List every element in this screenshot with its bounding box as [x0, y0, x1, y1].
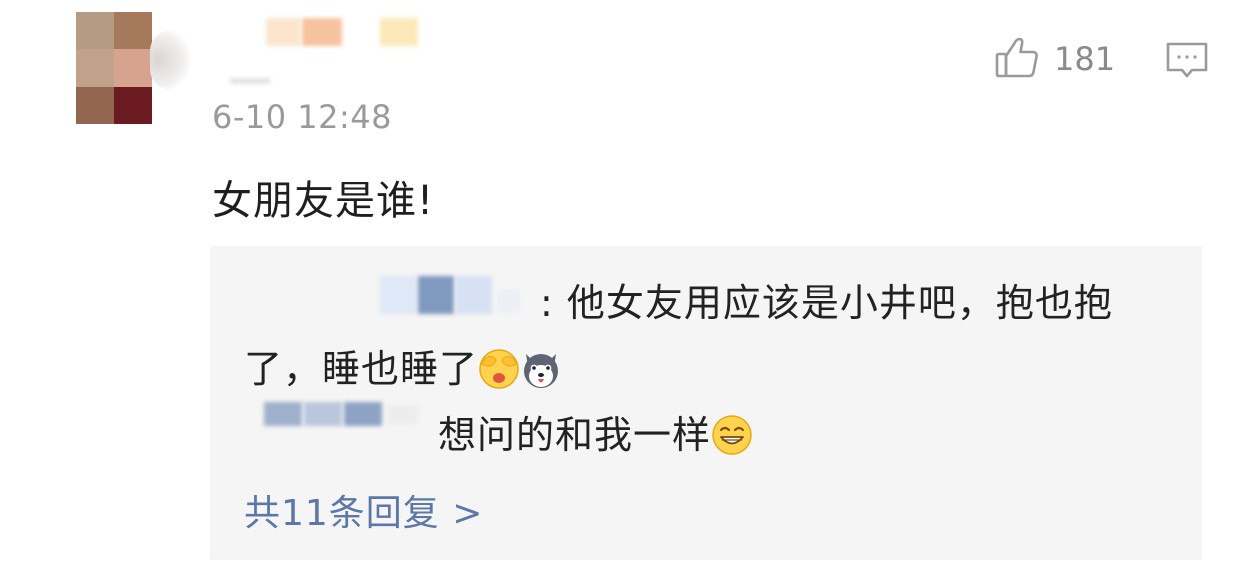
thumbs-up-icon	[994, 34, 1040, 84]
avatar-edge	[150, 30, 192, 90]
more-replies-link[interactable]: 共11条回复 >	[244, 484, 483, 536]
reply-1-text-line2: 了，睡也睡了	[244, 347, 479, 391]
husky-dog-emoji	[520, 348, 562, 390]
reply-button[interactable]	[1164, 38, 1210, 84]
like-button[interactable]: 181	[994, 36, 1115, 82]
like-count: 181	[1054, 40, 1116, 78]
reply-1-text-line1: : 他女友用应该是小井吧，抱也抱	[540, 281, 1113, 325]
username-masked[interactable]	[210, 18, 440, 88]
comment-text: 女朋友是谁!	[212, 178, 435, 224]
replies-box: : 他女友用应该是小井吧，抱也抱 了，睡也睡了 想问的和我一样 共11条回复 >	[210, 246, 1202, 560]
grin-emoji	[711, 414, 753, 456]
reply-1-line2: 了，睡也睡了	[244, 338, 562, 393]
comment-timestamp: 6-10 12:48	[212, 98, 393, 136]
reply-username-masked[interactable]	[380, 276, 540, 318]
reply-2-text: 想问的和我一样	[438, 413, 712, 457]
reply-username-masked[interactable]	[264, 402, 424, 436]
reply-2-line: 想问的和我一样	[438, 404, 753, 459]
shy-cover-face-emoji	[478, 348, 520, 390]
avatar[interactable]	[76, 12, 152, 124]
comment-bubble-icon	[1164, 42, 1210, 88]
